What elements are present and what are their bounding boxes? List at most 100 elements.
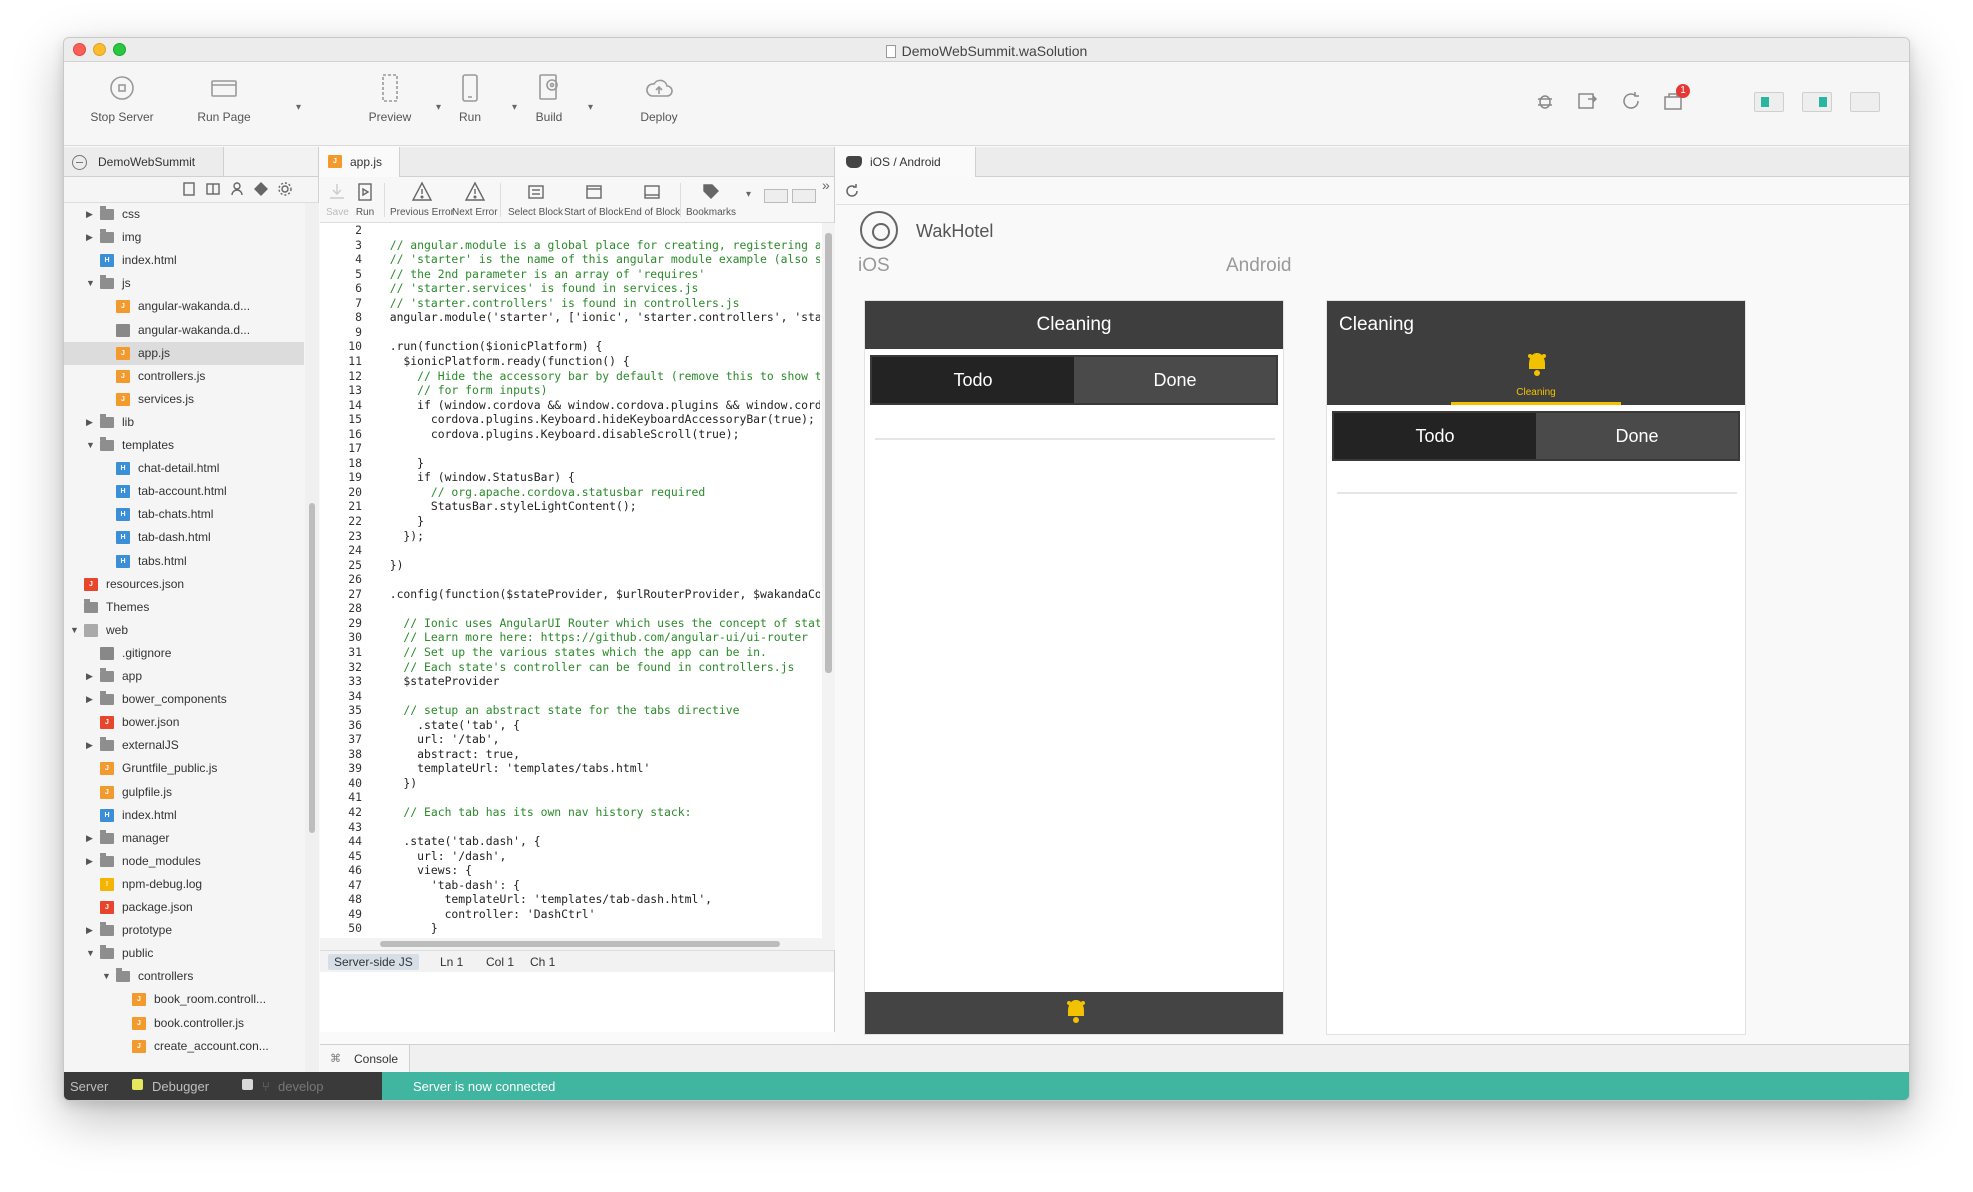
editor-hscroll-thumb[interactable] (380, 941, 780, 947)
tree-item[interactable]: Jangular-wakanda.d... (64, 295, 304, 318)
cleaning-bell-icon[interactable] (1065, 998, 1087, 1024)
collapsed-caret-icon[interactable]: ▶ (86, 226, 96, 249)
expanded-caret-icon[interactable]: ▼ (86, 272, 96, 295)
language-mode-badge[interactable]: Server-side JS (328, 954, 419, 970)
collapsed-caret-icon[interactable]: ▶ (86, 411, 96, 434)
preview-caret-icon[interactable]: ▾ (436, 102, 441, 113)
tree-item[interactable]: ▶ manager (64, 827, 304, 850)
tree-item[interactable]: ▶ css (64, 203, 304, 226)
start-of-block-button[interactable]: Start of Block (564, 181, 623, 218)
tree-item[interactable]: Japp.js (64, 341, 304, 365)
editor-vscroll-thumb[interactable] (825, 233, 832, 673)
cleaning-bell-icon[interactable] (1526, 351, 1548, 377)
ios-todo-tab[interactable]: Todo (872, 357, 1074, 403)
tree-item[interactable]: Hindex.html (64, 249, 304, 272)
run-file-button[interactable]: Run (354, 181, 376, 218)
save-button[interactable]: Save (326, 181, 349, 218)
tree-item[interactable]: Jgulpfile.js (64, 781, 304, 804)
server-status-label[interactable]: Server (70, 1079, 108, 1094)
tree-item[interactable]: ! npm-debug.log (64, 873, 304, 896)
tree-item[interactable]: ▶ externalJS (64, 734, 304, 757)
tree-item[interactable]: ▼ public (64, 942, 304, 965)
tree-item[interactable]: ▶ lib (64, 411, 304, 434)
collapsed-caret-icon[interactable]: ▶ (86, 850, 96, 873)
deploy-button[interactable]: Deploy (624, 72, 694, 132)
expanded-caret-icon[interactable]: ▼ (86, 434, 96, 457)
tree-item[interactable]: ▶ bower_components (64, 688, 304, 711)
tree-item[interactable]: Jbook_room.controll... (64, 988, 304, 1011)
tree-item[interactable]: ▼ controllers (64, 965, 304, 988)
ios-done-tab[interactable]: Done (1074, 357, 1276, 403)
select-block-button[interactable]: Select Block (508, 181, 563, 218)
layout-center-panel-toggle[interactable] (1802, 92, 1832, 112)
debugger-status-label[interactable]: Debugger (152, 1079, 209, 1094)
collapsed-caret-icon[interactable]: ▶ (86, 203, 96, 226)
tree-item[interactable]: ▶ node_modules (64, 850, 304, 873)
tree-item[interactable]: .gitignore (64, 642, 304, 665)
git-branch-label[interactable]: develop (278, 1079, 324, 1094)
tree-item[interactable]: ▶ prototype (64, 919, 304, 942)
explorer-scroll-thumb[interactable] (309, 503, 315, 833)
android-tab-label[interactable]: Cleaning (1327, 387, 1745, 398)
code-area[interactable]: 23 // angular.module is a global place f… (320, 223, 820, 938)
tree-item[interactable]: Jcreate_account.con... (64, 1035, 304, 1058)
collapsed-caret-icon[interactable]: ▶ (86, 665, 96, 688)
run-page-caret-icon[interactable]: ▾ (296, 102, 301, 113)
tree-item[interactable]: Jbook.controller.js (64, 1012, 304, 1035)
explorer-scrollbar[interactable] (305, 203, 319, 1072)
collapse-icon[interactable] (72, 155, 87, 170)
tree-item[interactable]: Htabs.html (64, 550, 304, 573)
expanded-caret-icon[interactable]: ▼ (102, 965, 112, 988)
tree-item[interactable]: Jpackage.json (64, 896, 304, 919)
tree-item[interactable]: Htab-dash.html (64, 526, 304, 549)
tree-item[interactable]: Jservices.js (64, 388, 304, 411)
editor-vertical-scrollbar[interactable] (822, 223, 835, 938)
preview-tab-ios-android[interactable]: iOS / Android (836, 147, 976, 177)
build-caret-icon[interactable]: ▾ (588, 102, 593, 113)
run-button[interactable]: Run (450, 72, 490, 132)
tree-item[interactable]: ▼ web (64, 619, 304, 642)
export-icon[interactable] (1576, 90, 1598, 112)
tree-item[interactable]: Hchat-detail.html (64, 457, 304, 480)
tree-item[interactable]: Themes (64, 596, 304, 619)
preview-button[interactable]: Preview (360, 72, 420, 132)
editor-horizontal-scrollbar[interactable] (320, 938, 835, 950)
collapsed-caret-icon[interactable]: ▶ (86, 734, 96, 757)
tree-item[interactable]: angular-wakanda.d... (64, 319, 304, 342)
tree-item[interactable]: ▶ app (64, 665, 304, 688)
new-file-icon[interactable] (182, 182, 196, 196)
layout-left-panel-toggle[interactable] (1754, 92, 1784, 112)
expanded-caret-icon[interactable]: ▼ (86, 942, 96, 965)
solution-tab[interactable]: DemoWebSummit (64, 147, 224, 177)
reload-icon[interactable] (1620, 90, 1642, 112)
tree-item[interactable]: Hindex.html (64, 804, 304, 827)
split-horizontal-icon[interactable] (764, 189, 788, 203)
end-of-block-button[interactable]: End of Block (624, 181, 680, 218)
tree-item[interactable]: ▼ templates (64, 434, 304, 457)
tree-item[interactable]: ▼ js (64, 272, 304, 295)
console-tab[interactable]: ⌘ Console (320, 1045, 410, 1073)
stop-server-button[interactable]: Stop Server (82, 72, 162, 132)
android-done-tab[interactable]: Done (1536, 413, 1738, 459)
tree-item[interactable]: Jcontrollers.js (64, 365, 304, 388)
tree-item[interactable]: Jresources.json (64, 573, 304, 596)
notifications-icon[interactable]: 1 (1662, 84, 1690, 112)
tree-item[interactable]: Htab-account.html (64, 480, 304, 503)
tree-item[interactable]: Jbower.json (64, 711, 304, 734)
layout-bottom-panel-toggle[interactable] (1850, 92, 1880, 112)
editor-tab-app-js[interactable]: J app.js (320, 147, 400, 177)
previous-error-button[interactable]: Previous Error (390, 181, 454, 218)
tree-item[interactable]: Htab-chats.html (64, 503, 304, 526)
collapsed-caret-icon[interactable]: ▶ (86, 688, 96, 711)
next-error-button[interactable]: Next Error (452, 181, 498, 218)
bookmarks-caret-icon[interactable]: ▾ (746, 189, 751, 200)
user-icon[interactable] (230, 182, 244, 196)
settings-gear-icon[interactable] (278, 182, 292, 196)
tree-item[interactable]: J Gruntfile_public.js (64, 757, 304, 780)
expanded-caret-icon[interactable]: ▼ (70, 619, 80, 642)
tag-icon[interactable] (254, 182, 268, 196)
android-todo-tab[interactable]: Todo (1334, 413, 1536, 459)
build-button[interactable]: Build (524, 72, 574, 132)
collapsed-caret-icon[interactable]: ▶ (86, 827, 96, 850)
new-page-icon[interactable] (206, 182, 220, 196)
